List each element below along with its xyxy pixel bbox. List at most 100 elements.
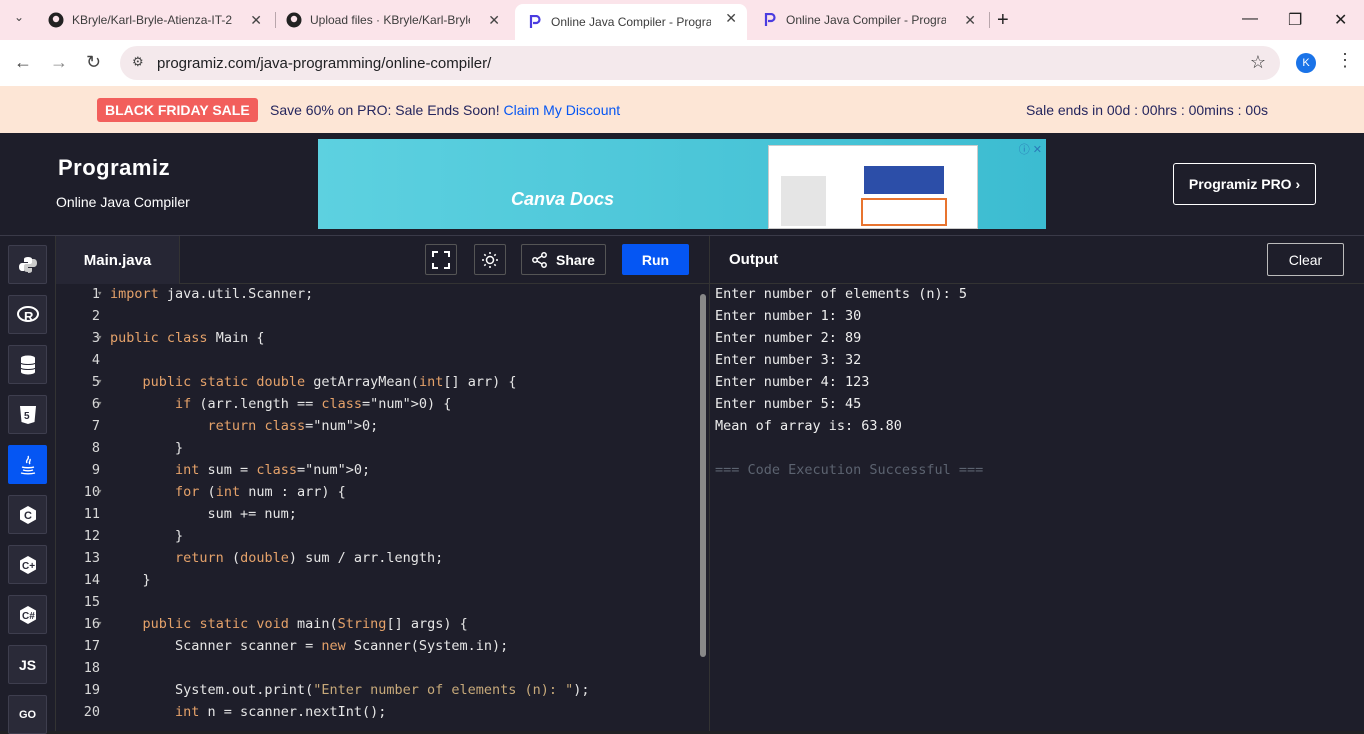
java-icon[interactable] [8,445,47,484]
claim-discount-link[interactable]: Claim My Discount [503,102,620,118]
line-number: 11 [83,506,100,522]
code-line[interactable]: public static void main(String[] args) { [110,616,468,632]
editor-pane: Main.java Share Run 1 ▾ import java.util.S… [56,236,709,731]
fold-arrow-icon[interactable]: ▾ [97,487,102,497]
r-icon[interactable]: R [8,295,47,334]
python-icon[interactable] [8,245,47,284]
theme-toggle-sun-icon[interactable] [474,244,506,275]
github-icon [48,12,64,28]
advertisement-banner[interactable]: Canva Docs ⓘ ✕ [318,139,1046,229]
close-icon[interactable]: ✕ [964,12,976,28]
run-button[interactable]: Run [622,244,689,275]
close-icon[interactable]: ✕ [488,12,500,28]
code-line[interactable]: return (double) sum / arr.length; [110,550,443,566]
clear-button[interactable]: Clear [1267,243,1344,276]
line-number: 3 [91,330,100,346]
csharp-icon[interactable]: C# [8,595,47,634]
browser-tab-2[interactable]: Upload files · KBryle/Karl-Bryle- ✕ [274,6,510,34]
output-line: Enter number 2: 89 [715,330,862,346]
c-icon[interactable]: C [8,495,47,534]
code-line[interactable]: int n = scanner.nextInt(); [110,704,386,720]
language-sidebar: R 5 C C+ C# JS GO [0,236,56,734]
code-editor[interactable]: 1 ▾ import java.util.Scanner; 2 3 ▾ public cla… [56,284,709,731]
close-icon[interactable]: ✕ [725,10,737,26]
back-arrow-icon[interactable]: ← [14,52,32,73]
fold-arrow-icon[interactable]: ▾ [97,619,102,629]
close-icon[interactable]: ✕ [250,12,262,28]
fold-arrow-icon[interactable]: ▾ [97,333,102,343]
javascript-icon[interactable]: JS [8,645,47,684]
line-number: 5 [91,374,100,390]
programiz-logo[interactable]: Programiz [58,155,170,181]
code-line[interactable]: import java.util.Scanner; [110,286,313,302]
code-line[interactable]: public class Main { [110,330,264,346]
output-title: Output [729,251,779,268]
maximize-button[interactable]: ❐ [1288,10,1302,30]
ad-choices-icon[interactable]: ⓘ ✕ [1019,141,1042,157]
code-line[interactable]: } [110,440,183,456]
sale-badge: BLACK FRIDAY SALE [97,98,258,122]
reload-icon[interactable]: ↻ [86,52,101,73]
code-line[interactable]: } [110,528,183,544]
code-line[interactable]: if (arr.length == class="num">0) { [110,396,451,412]
programiz-pro-button[interactable]: Programiz PRO › [1173,163,1316,205]
line-number: 18 [83,660,100,676]
sql-icon[interactable] [8,345,47,384]
minimize-button[interactable]: — [1242,10,1258,28]
new-tab-button[interactable]: + [997,9,1009,32]
cpp-icon[interactable]: C+ [8,545,47,584]
output-header: Output Clear [710,236,1364,284]
fullscreen-icon[interactable] [425,244,457,275]
profile-avatar[interactable]: K [1296,53,1316,73]
browser-tab-1[interactable]: KBryle/Karl-Bryle-Atienza-IT-20 ✕ [36,6,272,34]
line-number: 16 [83,616,100,632]
output-line: Enter number 4: 123 [715,374,870,390]
file-tab-main-java[interactable]: Main.java [56,236,180,284]
share-icon [532,251,548,268]
browser-tab-3-active[interactable]: Online Java Compiler - Program ✕ [515,4,747,40]
ad-screenshot-image [768,145,978,229]
url-text[interactable]: programiz.com/java-programming/online-co… [157,55,491,72]
code-line[interactable]: for (int num : arr) { [110,484,346,500]
line-number: 7 [91,418,100,434]
line-number: 4 [91,352,100,368]
site-header: Programiz Online Java Compiler Canva Doc… [0,133,1364,236]
code-line[interactable]: sum += num; [110,506,297,522]
tab-search-icon[interactable]: ⌄ [14,10,24,24]
menu-kebab-icon[interactable]: ⋮ [1336,50,1354,71]
tab-title: KBryle/Karl-Bryle-Atienza-IT-20 [72,13,232,27]
ad-text: Canva Docs [511,189,615,209]
fold-arrow-icon[interactable]: ▾ [97,399,102,409]
svg-text:5: 5 [24,411,30,422]
address-bar[interactable]: ⚙ programiz.com/java-programming/online-… [120,46,1280,80]
promo-message: Save 60% on PRO: Sale Ends Soon! [270,102,500,118]
line-number: 13 [83,550,100,566]
fold-arrow-icon[interactable]: ▾ [97,289,102,299]
forward-arrow-icon[interactable]: → [50,52,68,73]
code-line[interactable]: public static double getArrayMean(int[] … [110,374,517,390]
browser-tab-strip: ⌄ KBryle/Karl-Bryle-Atienza-IT-20 ✕ Uplo… [0,0,1364,40]
fold-arrow-icon[interactable]: ▾ [97,377,102,387]
output-line: Mean of array is: 63.80 [715,418,902,434]
code-line[interactable]: } [110,572,151,588]
code-line[interactable]: return class="num">0; [110,418,379,434]
browser-toolbar: ← → ↻ ⚙ programiz.com/java-programming/o… [0,40,1364,86]
share-label: Share [556,251,595,268]
html5-icon[interactable]: 5 [8,395,47,434]
tab-title: Online Java Compiler - Program [786,13,946,27]
go-icon[interactable]: GO [8,695,47,734]
site-info-icon[interactable]: ⚙ [132,54,144,70]
code-line[interactable]: int sum = class="num">0; [110,462,370,478]
share-button[interactable]: Share [521,244,606,275]
code-line[interactable]: Scanner scanner = new Scanner(System.in)… [110,638,508,654]
code-line[interactable]: System.out.print("Enter number of elemen… [110,682,590,698]
svg-text:C: C [24,510,32,522]
promo-text: Save 60% on PRO: Sale Ends Soon! Claim M… [270,102,620,118]
output-line: Enter number of elements (n): 5 [715,286,967,302]
output-line: Enter number 3: 32 [715,352,862,368]
editor-scrollbar[interactable] [700,294,706,657]
browser-tab-4[interactable]: Online Java Compiler - Program ✕ [750,6,986,34]
window-close-button[interactable]: ✕ [1334,10,1347,30]
bookmark-star-icon[interactable]: ☆ [1250,52,1266,73]
svg-text:R: R [24,309,34,324]
